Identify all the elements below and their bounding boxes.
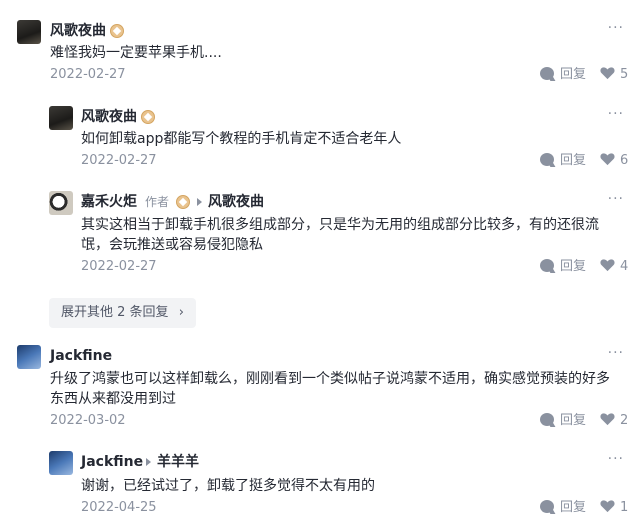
comment-item: 风歌夜曲 ··· 难怪我妈一定要苹果手机.... 2022-02-27 回复 5 [0,0,640,90]
heart-icon [600,413,615,426]
reply-button[interactable]: 回复 [540,65,586,85]
reply-date: 2022-02-27 [81,153,157,168]
like-button[interactable]: 1 [600,498,628,518]
comment-icon [540,259,556,273]
reply-author[interactable]: 风歌夜曲 [81,107,137,127]
avatar[interactable] [49,451,73,475]
comment-icon [540,67,556,81]
more-options-icon[interactable]: ··· [608,449,624,469]
expand-replies-label: 展开其他 2 条回复 [61,305,169,320]
reply-to-arrow-icon [146,458,151,466]
like-button[interactable]: 4 [600,257,628,277]
chevron-right-icon: › [178,305,184,320]
more-options-icon[interactable]: ··· [608,18,624,38]
reply-text-line-1: 其实这相当于卸载手机很多组成部分，只是华为无用的组成部分比较多，有的还很流 [81,217,599,233]
expand-replies-button[interactable]: 展开其他 2 条回复 › [49,298,196,328]
like-button[interactable]: 2 [600,411,628,431]
reply-author[interactable]: Jackfine [81,452,143,472]
reply-author[interactable]: 嘉禾火炬 [81,192,137,212]
heart-icon [600,500,615,513]
author-tag: 作者 [145,195,170,209]
avatar[interactable] [17,20,41,44]
comment-icon [540,500,556,514]
more-options-icon[interactable]: ··· [608,104,624,124]
reply-text: 如何卸载app都能写个教程的手机肯定不适合老年人 [81,131,402,147]
avatar[interactable] [49,191,73,215]
heart-icon [600,153,615,166]
more-options-icon[interactable]: ··· [608,343,624,363]
reply-date: 2022-04-25 [81,500,157,515]
avatar[interactable] [17,345,41,369]
comment-item: Jackfine ··· 升级了鸿蒙也可以这样卸载么，刚刚看到一个类似帖子说鸿蒙… [0,340,640,440]
reply-button[interactable]: 回复 [540,498,586,518]
comment-date: 2022-02-27 [50,67,126,82]
comment-text-line-2: 东西从来都没用到过 [50,391,176,407]
comment-text: 难怪我妈一定要苹果手机.... [50,45,222,61]
like-button[interactable]: 6 [600,151,628,171]
reply-button[interactable]: 回复 [540,411,586,431]
reply-item: 嘉禾火炬 作者 风歌夜曲 ··· 其实这相当于卸载手机很多组成部分，只是华为无用… [0,180,640,280]
comment-text-line-1: 升级了鸿蒙也可以这样卸载么，刚刚看到一个类似帖子说鸿蒙不适用，确实感觉预装的好多 [50,371,610,387]
like-button[interactable]: 5 [600,65,628,85]
reply-date: 2022-02-27 [81,259,157,274]
reply-text-line-2: 氓，会玩推送或容易侵犯隐私 [81,237,263,253]
heart-icon [600,67,615,80]
more-options-icon[interactable]: ··· [608,189,624,209]
reply-to-arrow-icon [197,198,202,206]
level-badge-icon [176,195,190,209]
reply-to-user[interactable]: 羊羊羊 [157,452,199,472]
comment-author[interactable]: 风歌夜曲 [50,21,106,41]
reply-button[interactable]: 回复 [540,257,586,277]
reply-text: 谢谢，已经试过了，卸载了挺多觉得不太有用的 [81,478,375,494]
reply-item: 风歌夜曲 ··· 如何卸载app都能写个教程的手机肯定不适合老年人 2022-0… [0,95,640,175]
comment-icon [540,153,556,167]
level-badge-icon [141,110,155,124]
comment-icon [540,413,556,427]
heart-icon [600,259,615,272]
reply-item: Jackfine 羊羊羊 ··· 谢谢，已经试过了，卸载了挺多觉得不太有用的 2… [0,445,640,525]
reply-to-user[interactable]: 风歌夜曲 [208,192,264,212]
comment-author[interactable]: Jackfine [50,346,112,366]
comment-date: 2022-03-02 [50,413,126,428]
reply-button[interactable]: 回复 [540,151,586,171]
level-badge-icon [110,24,124,38]
avatar[interactable] [49,106,73,130]
